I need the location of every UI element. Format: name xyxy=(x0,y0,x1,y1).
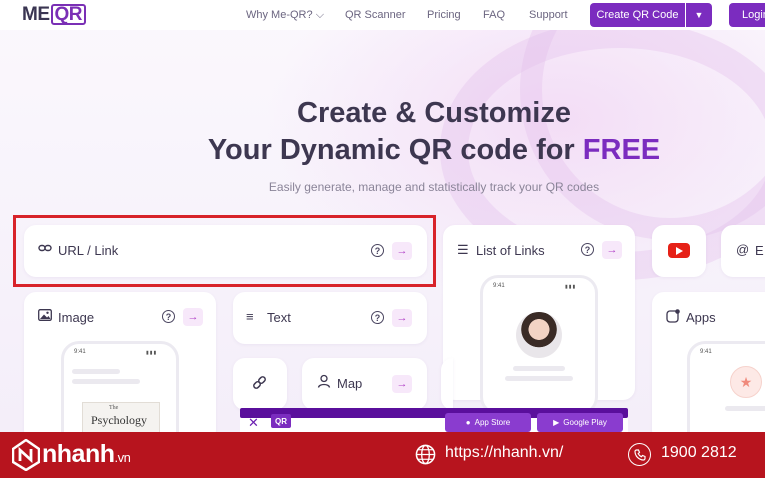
card-label: Text xyxy=(267,310,291,325)
chevron-down-icon: ▼ xyxy=(694,10,704,20)
highlight-box xyxy=(13,215,436,287)
help-icon[interactable]: ? xyxy=(371,311,384,324)
brand-tld: .vn xyxy=(114,450,131,465)
login-button[interactable]: Login xyxy=(729,3,765,27)
phone-icon xyxy=(628,443,651,466)
logo-qr-box: QR xyxy=(50,4,86,25)
arrow-right-icon[interactable]: → xyxy=(392,375,412,393)
signal-icon: ▮▮▮ xyxy=(146,350,158,356)
text-lines-icon: ≡ xyxy=(246,309,254,324)
help-icon[interactable]: ? xyxy=(581,243,594,256)
image-icon xyxy=(38,309,52,324)
help-icon[interactable]: ? xyxy=(162,310,175,323)
card-apps[interactable]: Apps 9:41 ★ xyxy=(652,292,765,471)
qr-badge: QR xyxy=(271,414,291,428)
card-email[interactable]: @ E xyxy=(721,225,765,277)
youtube-icon xyxy=(668,243,690,258)
app-store-button[interactable]: ● App Store xyxy=(445,413,531,432)
app-store-label: App Store xyxy=(474,418,511,427)
nav-why-meqr[interactable]: Why Me-QR? ⌵ xyxy=(246,9,324,22)
globe-icon xyxy=(415,444,436,465)
nhanh-brand: nhanh.vn xyxy=(42,440,131,469)
book-title: Psychology xyxy=(91,413,148,427)
card-label: List of Links xyxy=(476,243,545,258)
arrow-right-icon[interactable]: → xyxy=(183,308,203,326)
meqr-logo[interactable]: ME QR xyxy=(22,4,86,26)
apple-icon: ● xyxy=(465,418,471,427)
play-icon: ▶ xyxy=(553,418,560,427)
apps-icon xyxy=(666,309,680,326)
placeholder-bar xyxy=(72,369,120,374)
hotline-number[interactable]: 1900 2812 xyxy=(661,444,737,462)
placeholder-bar xyxy=(725,406,765,411)
nav-link-label: Why Me-QR? xyxy=(246,9,313,21)
card-youtube[interactable] xyxy=(652,225,706,277)
card-label: E xyxy=(755,243,764,258)
card-label: Image xyxy=(58,310,95,325)
arrow-right-icon[interactable]: → xyxy=(602,241,622,259)
card-map[interactable]: Map → xyxy=(302,358,427,410)
google-play-button[interactable]: ▶ Google Play xyxy=(537,413,623,432)
chevron-down-icon: ⌵ xyxy=(315,9,325,21)
card-image[interactable]: Image ? → 9:41 ▮▮▮ The Psychology xyxy=(24,292,216,471)
hero-title-text: Your Dynamic QR code for xyxy=(207,134,575,166)
close-icon[interactable]: ✕ xyxy=(248,415,259,431)
nav-support[interactable]: Support xyxy=(529,9,568,21)
google-play-label: Google Play xyxy=(563,418,607,427)
card-label: Apps xyxy=(686,310,716,325)
hero-subtitle: Easily generate, manage and statisticall… xyxy=(268,180,600,194)
hero-title-line2: Your Dynamic QR code for FREE xyxy=(0,134,765,167)
avatar xyxy=(516,312,562,358)
phone-time: 9:41 xyxy=(493,283,505,289)
create-qr-code-button[interactable]: Create QR Code xyxy=(590,3,685,27)
list-icon: ☰ xyxy=(457,242,469,257)
phone-mockup: 9:41 ▮▮▮ xyxy=(480,275,598,415)
person-pin-icon xyxy=(317,374,331,391)
hero-title-free: FREE xyxy=(582,134,661,166)
nhanh-logo-icon xyxy=(12,439,40,471)
at-icon: @ xyxy=(736,242,750,257)
card-label: Map xyxy=(337,376,363,391)
placeholder-bar xyxy=(505,376,573,381)
nav-pricing[interactable]: Pricing xyxy=(427,9,461,21)
placeholder-bar xyxy=(72,379,140,384)
card-text[interactable]: ≡ Text ? → xyxy=(233,292,427,344)
website-link[interactable]: https://nhanh.vn/ xyxy=(445,444,563,462)
brand-name: nhanh xyxy=(42,440,115,468)
card-link-small[interactable] xyxy=(233,358,287,410)
nav-faq[interactable]: FAQ xyxy=(483,9,505,21)
logo-text: ME xyxy=(22,4,50,25)
arrow-right-icon[interactable]: → xyxy=(392,309,412,327)
card-list-of-links[interactable]: ☰ List of Links ? → 9:41 ▮▮▮ xyxy=(443,225,635,415)
signal-icon: ▮▮▮ xyxy=(565,284,577,290)
placeholder-bar xyxy=(513,366,565,371)
star-icon: ★ xyxy=(730,366,762,398)
book-title-small: The xyxy=(109,405,119,411)
hero-title-line1: Create & Customize xyxy=(297,97,571,129)
phone-time: 9:41 xyxy=(700,349,712,355)
link-icon xyxy=(252,375,267,393)
create-dropdown-button[interactable]: ▼ xyxy=(686,3,712,27)
nav-qr-scanner[interactable]: QR Scanner xyxy=(345,9,406,21)
card-partial xyxy=(441,358,453,410)
phone-time: 9:41 xyxy=(74,349,86,355)
top-navigation: ME QR Why Me-QR? ⌵ QR Scanner Pricing FAQ… xyxy=(0,0,765,30)
